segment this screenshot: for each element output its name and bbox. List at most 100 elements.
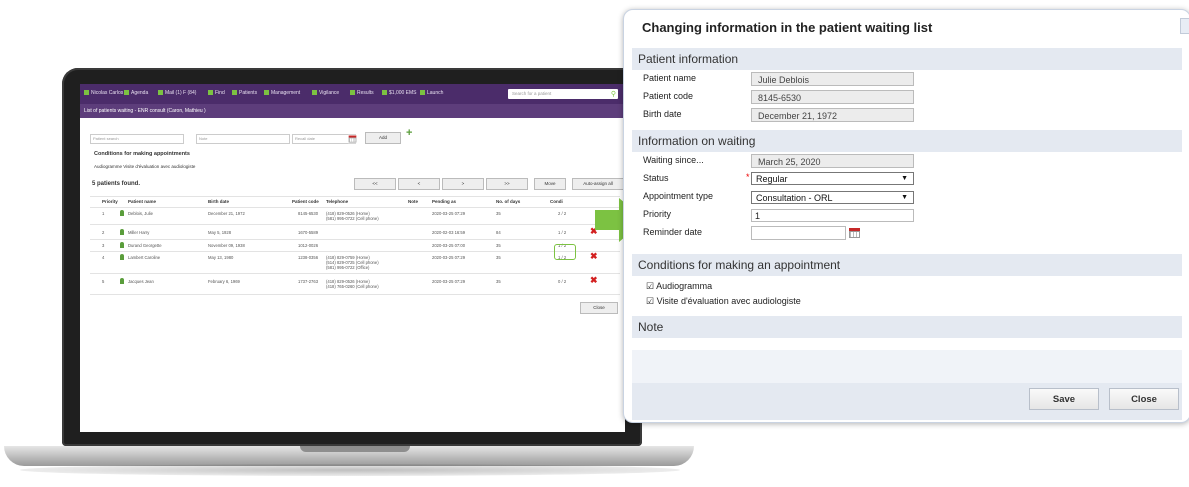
patient-name-label: Patient name [643,73,697,83]
row-days: 35 [496,211,501,216]
recall-date-field[interactable]: Recall date [292,134,356,144]
row-pending: 2020-03-25 07:29 [432,279,466,284]
row-code: 1737-2763 [298,279,319,284]
laptop-shadow [20,464,680,476]
add-button[interactable]: Add [365,132,401,144]
patient-search-input[interactable]: Search for a patient ⚲ [508,89,618,99]
nav-item-launch[interactable]: Launch [420,90,443,96]
move-button[interactable]: Move [534,178,566,190]
nav-item-mail[interactable]: Mail (1) F (84) [158,90,196,96]
row-code: 1238-0356 [298,255,319,260]
section-title: Patient information [638,52,739,66]
row-name[interactable]: Lambert Caroline [128,255,160,260]
row-pending: 2020-03-25 07:29 [432,211,466,216]
delete-icon[interactable]: ✖ [590,251,598,262]
laptop-notch [300,446,410,452]
section-title: Information on waiting [638,134,756,148]
condition-options[interactable]: Audiogramme Visite d'évaluation avec aud… [94,164,195,169]
pager-prev[interactable]: < [398,178,440,190]
person-icon [120,210,124,216]
reminder-date-label: Reminder date [643,227,703,237]
nav-item-find[interactable]: Find [208,90,225,96]
pager-last[interactable]: >> [486,178,528,190]
row-days: 35 [496,279,501,284]
dialog-footer [632,383,1182,420]
delete-icon[interactable]: ✖ [590,275,598,286]
calendar-icon[interactable] [347,134,358,144]
add-icon[interactable]: + [406,127,412,139]
row-code: 1670-5589 [298,230,319,235]
nav-item-user[interactable]: Nicolas Carlos [84,90,123,96]
close-list-button[interactable]: Close [580,302,618,314]
dialog-close-icon[interactable] [1180,18,1189,34]
row-birth: November 09, 1938 [208,243,245,248]
condition-visite-checkbox[interactable]: ☑ Visite d'évaluation avec audiologiste [646,296,801,307]
note-textarea[interactable] [632,350,1182,383]
nav-item-agenda[interactable]: Agenda [124,90,148,96]
note-section: Note [632,316,1182,338]
row-name[interactable]: Jacques Jean [128,279,154,284]
priority-input[interactable]: 1 [751,209,914,222]
row-priority: 2 [102,230,105,235]
row-code: 1012-0026 [298,243,319,248]
table-divider [90,251,620,252]
condition-audiogramme-checkbox[interactable]: ☑ Audiogramma [646,281,712,292]
checkbox-checked-icon: ☑ [646,296,655,306]
nav-item-patients[interactable]: Patients [232,90,257,96]
patient-info-section: Patient information [632,48,1182,70]
appointment-type-select[interactable]: Consultation - ORL ▼ [751,191,914,204]
col-priority: Priority [102,199,118,204]
row-pending: 2020-03-25 07:29 [432,255,466,260]
calendar-icon[interactable] [848,227,861,239]
patient-search-field[interactable]: Patient search [90,134,184,144]
row-telephone: (418) 829-0759 (Home) (514) 829-0725 (Ce… [326,255,379,270]
person-icon [120,254,124,260]
patient-name-field: Julie Deblois [751,72,914,86]
table-divider [90,207,620,208]
birth-date-label: Birth date [643,109,682,119]
save-button[interactable]: Save [1029,388,1099,410]
row-days: 84 [496,230,501,235]
row-pending: 2020-02-03 16:59 [432,230,466,235]
page-subtitle: List of patients waiting - ENR consult (… [84,108,206,114]
laptop-screen: Nicolas Carlos Agenda Mail (1) F (84) Fi… [80,84,625,432]
row-birth: February 6, 1969 [208,279,240,284]
table-divider [90,224,620,225]
required-marker: * [746,172,750,182]
col-days: No. of days [496,199,521,204]
nav-item-results[interactable]: Results [350,90,374,96]
appointment-type-label: Appointment type [643,191,714,201]
person-icon [120,229,124,235]
auto-assign-button[interactable]: Auto-assign all [572,178,624,190]
table-divider [90,273,620,274]
dialog-title: Changing information in the patient wait… [642,20,933,35]
section-title: Conditions for making an appointment [638,258,841,272]
row-conditions: 2 / 2 [558,211,567,216]
col-patient-code: Patient code [292,199,319,204]
reminder-date-input[interactable] [751,226,846,240]
col-birth-date: Birth date [208,199,230,204]
row-name[interactable]: Deblois, Julie [128,211,153,216]
status-select[interactable]: Regular ▼ [751,172,914,185]
pager-next[interactable]: > [442,178,484,190]
conditions-highlight [554,244,576,260]
birth-date-field: December 21, 1972 [751,108,914,122]
pager-first[interactable]: << [354,178,396,190]
chevron-down-icon: ▼ [901,194,908,201]
top-navigation-bar: Nicolas Carlos Agenda Mail (1) F (84) Fi… [80,84,625,104]
row-name[interactable]: Miller Harry [128,230,149,235]
nav-item-vigilance[interactable]: Vigilance [312,90,339,96]
row-birth: May 5, 1928 [208,230,232,235]
row-telephone: (418) 829-0526 (Home) (581) 995-0722 (Ce… [326,211,379,221]
nav-item-ems[interactable]: $1,000 EMS [382,90,417,96]
search-icon[interactable]: ⚲ [611,90,616,98]
close-button[interactable]: Close [1109,388,1179,410]
chevron-down-icon: ▼ [901,175,908,182]
nav-item-management[interactable]: Management [264,90,300,96]
row-code: 8145-6530 [298,211,319,216]
note-field[interactable]: Note [196,134,290,144]
row-name[interactable]: Durand Georgette [128,243,162,248]
patient-code-label: Patient code [643,91,694,101]
row-pending: 2020-03-25 07:00 [432,243,466,248]
col-pending: Pending as [432,199,457,204]
